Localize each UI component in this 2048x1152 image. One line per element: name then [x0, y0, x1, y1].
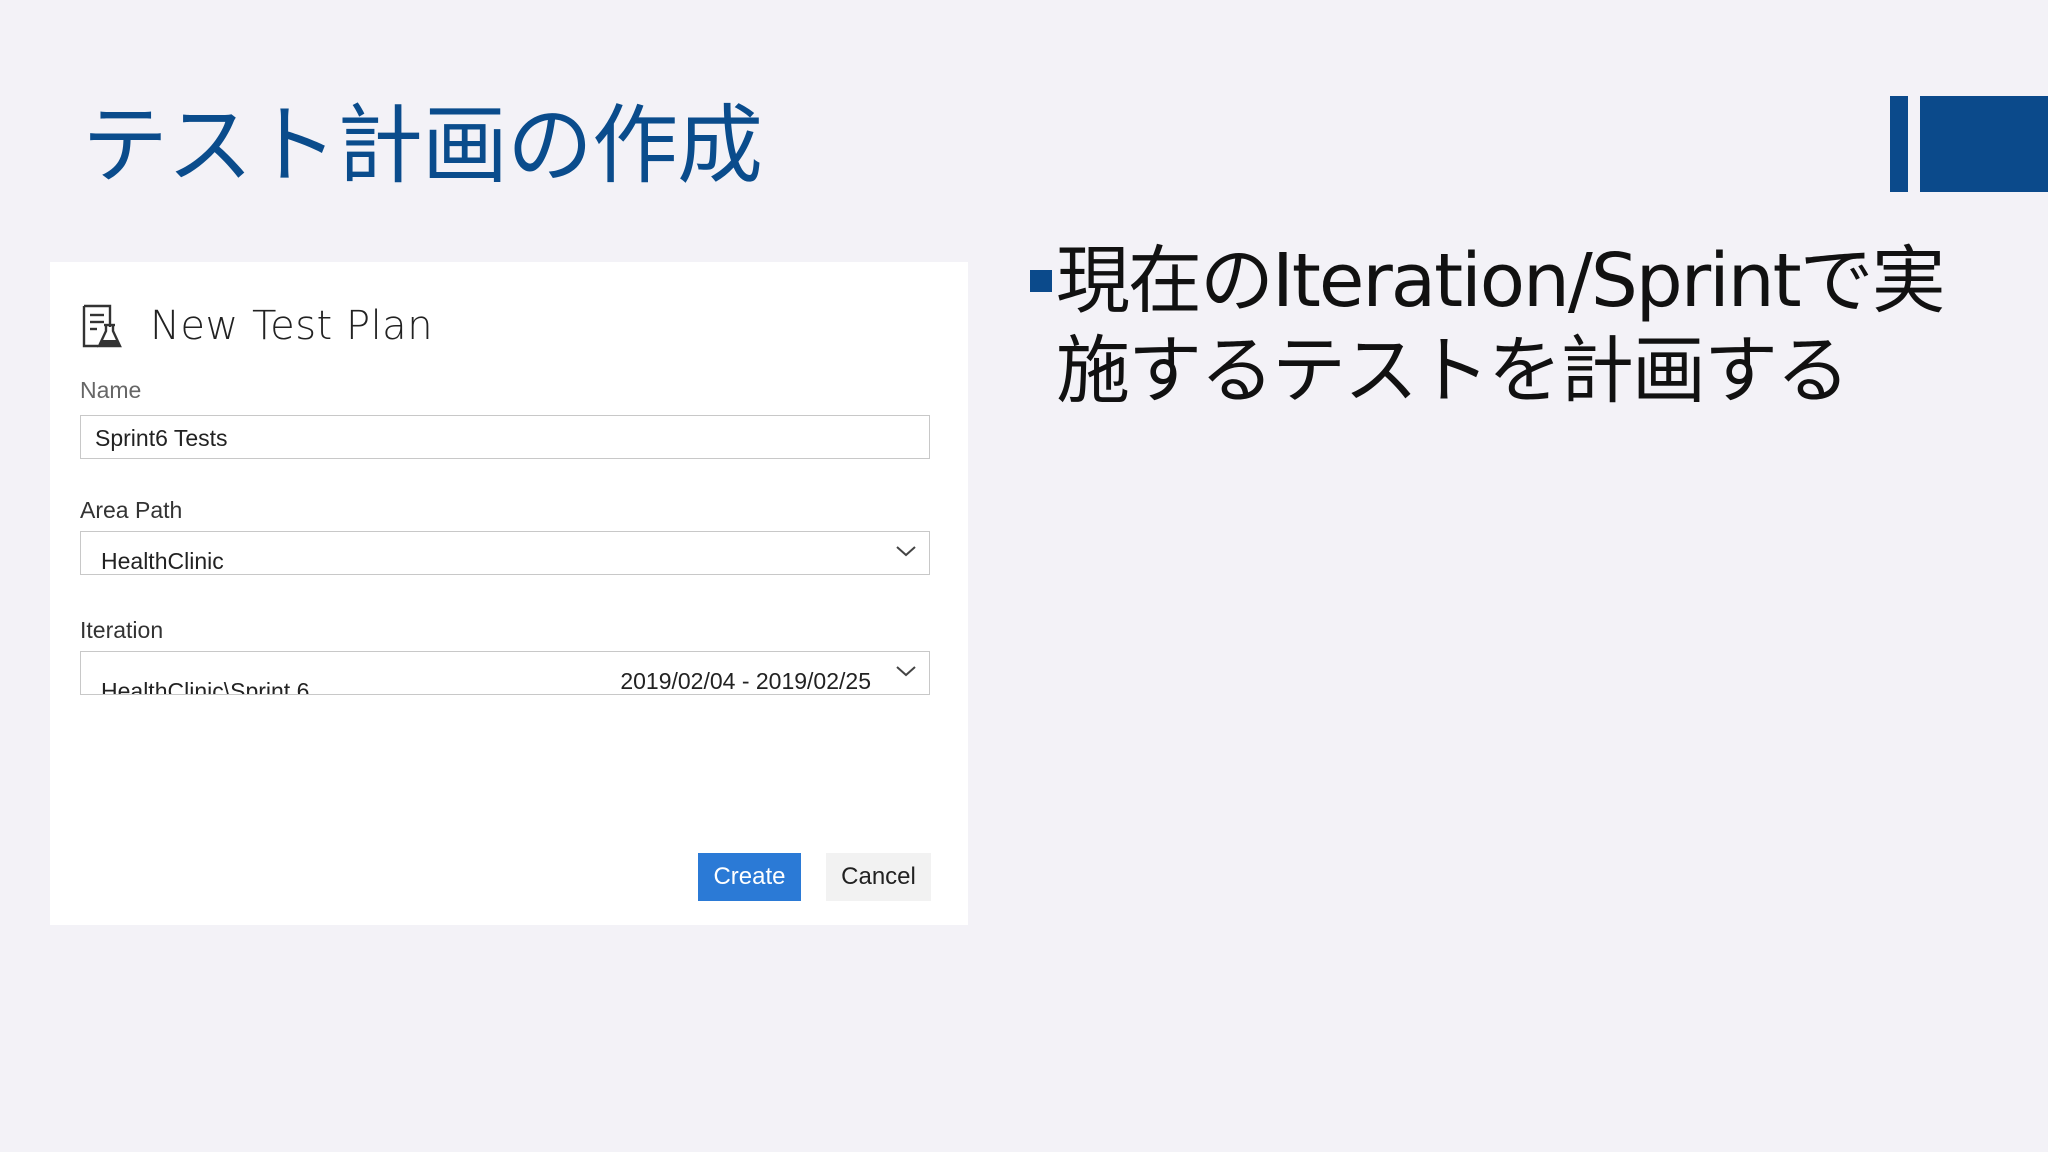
chevron-down-icon[interactable]	[895, 544, 917, 558]
chevron-down-icon[interactable]	[895, 664, 917, 678]
name-input[interactable]: Sprint6 Tests	[80, 415, 930, 459]
cancel-button[interactable]: Cancel	[826, 853, 931, 901]
new-test-plan-dialog: New Test Plan Name Sprint6 Tests Area Pa…	[50, 262, 968, 925]
create-button[interactable]: Create	[698, 853, 801, 901]
slide-title: テスト計画の作成	[82, 96, 763, 196]
accent-bar-thin	[1890, 96, 1908, 192]
bullet-square	[1030, 270, 1052, 292]
accent-bar-wide	[1920, 96, 2048, 192]
dialog-header: New Test Plan	[80, 300, 433, 352]
iteration-select[interactable]: HealthClinic\Sprint 6 2019/02/04 - 2019/…	[80, 651, 930, 695]
bullet-text: 現在のIteration/Sprintで実施するテストを計画する	[1056, 238, 1946, 414]
iteration-label: Iteration	[80, 617, 164, 643]
area-path-label: Area Path	[80, 497, 183, 523]
area-path-value: HealthClinic	[101, 548, 224, 574]
name-label: Name	[80, 377, 142, 403]
iteration-value: HealthClinic\Sprint 6	[101, 678, 310, 695]
dialog-title: New Test Plan	[150, 303, 434, 349]
test-plan-icon	[82, 304, 122, 348]
area-path-select[interactable]: HealthClinic	[80, 531, 930, 575]
iteration-dates: 2019/02/04 - 2019/02/25	[620, 668, 871, 694]
